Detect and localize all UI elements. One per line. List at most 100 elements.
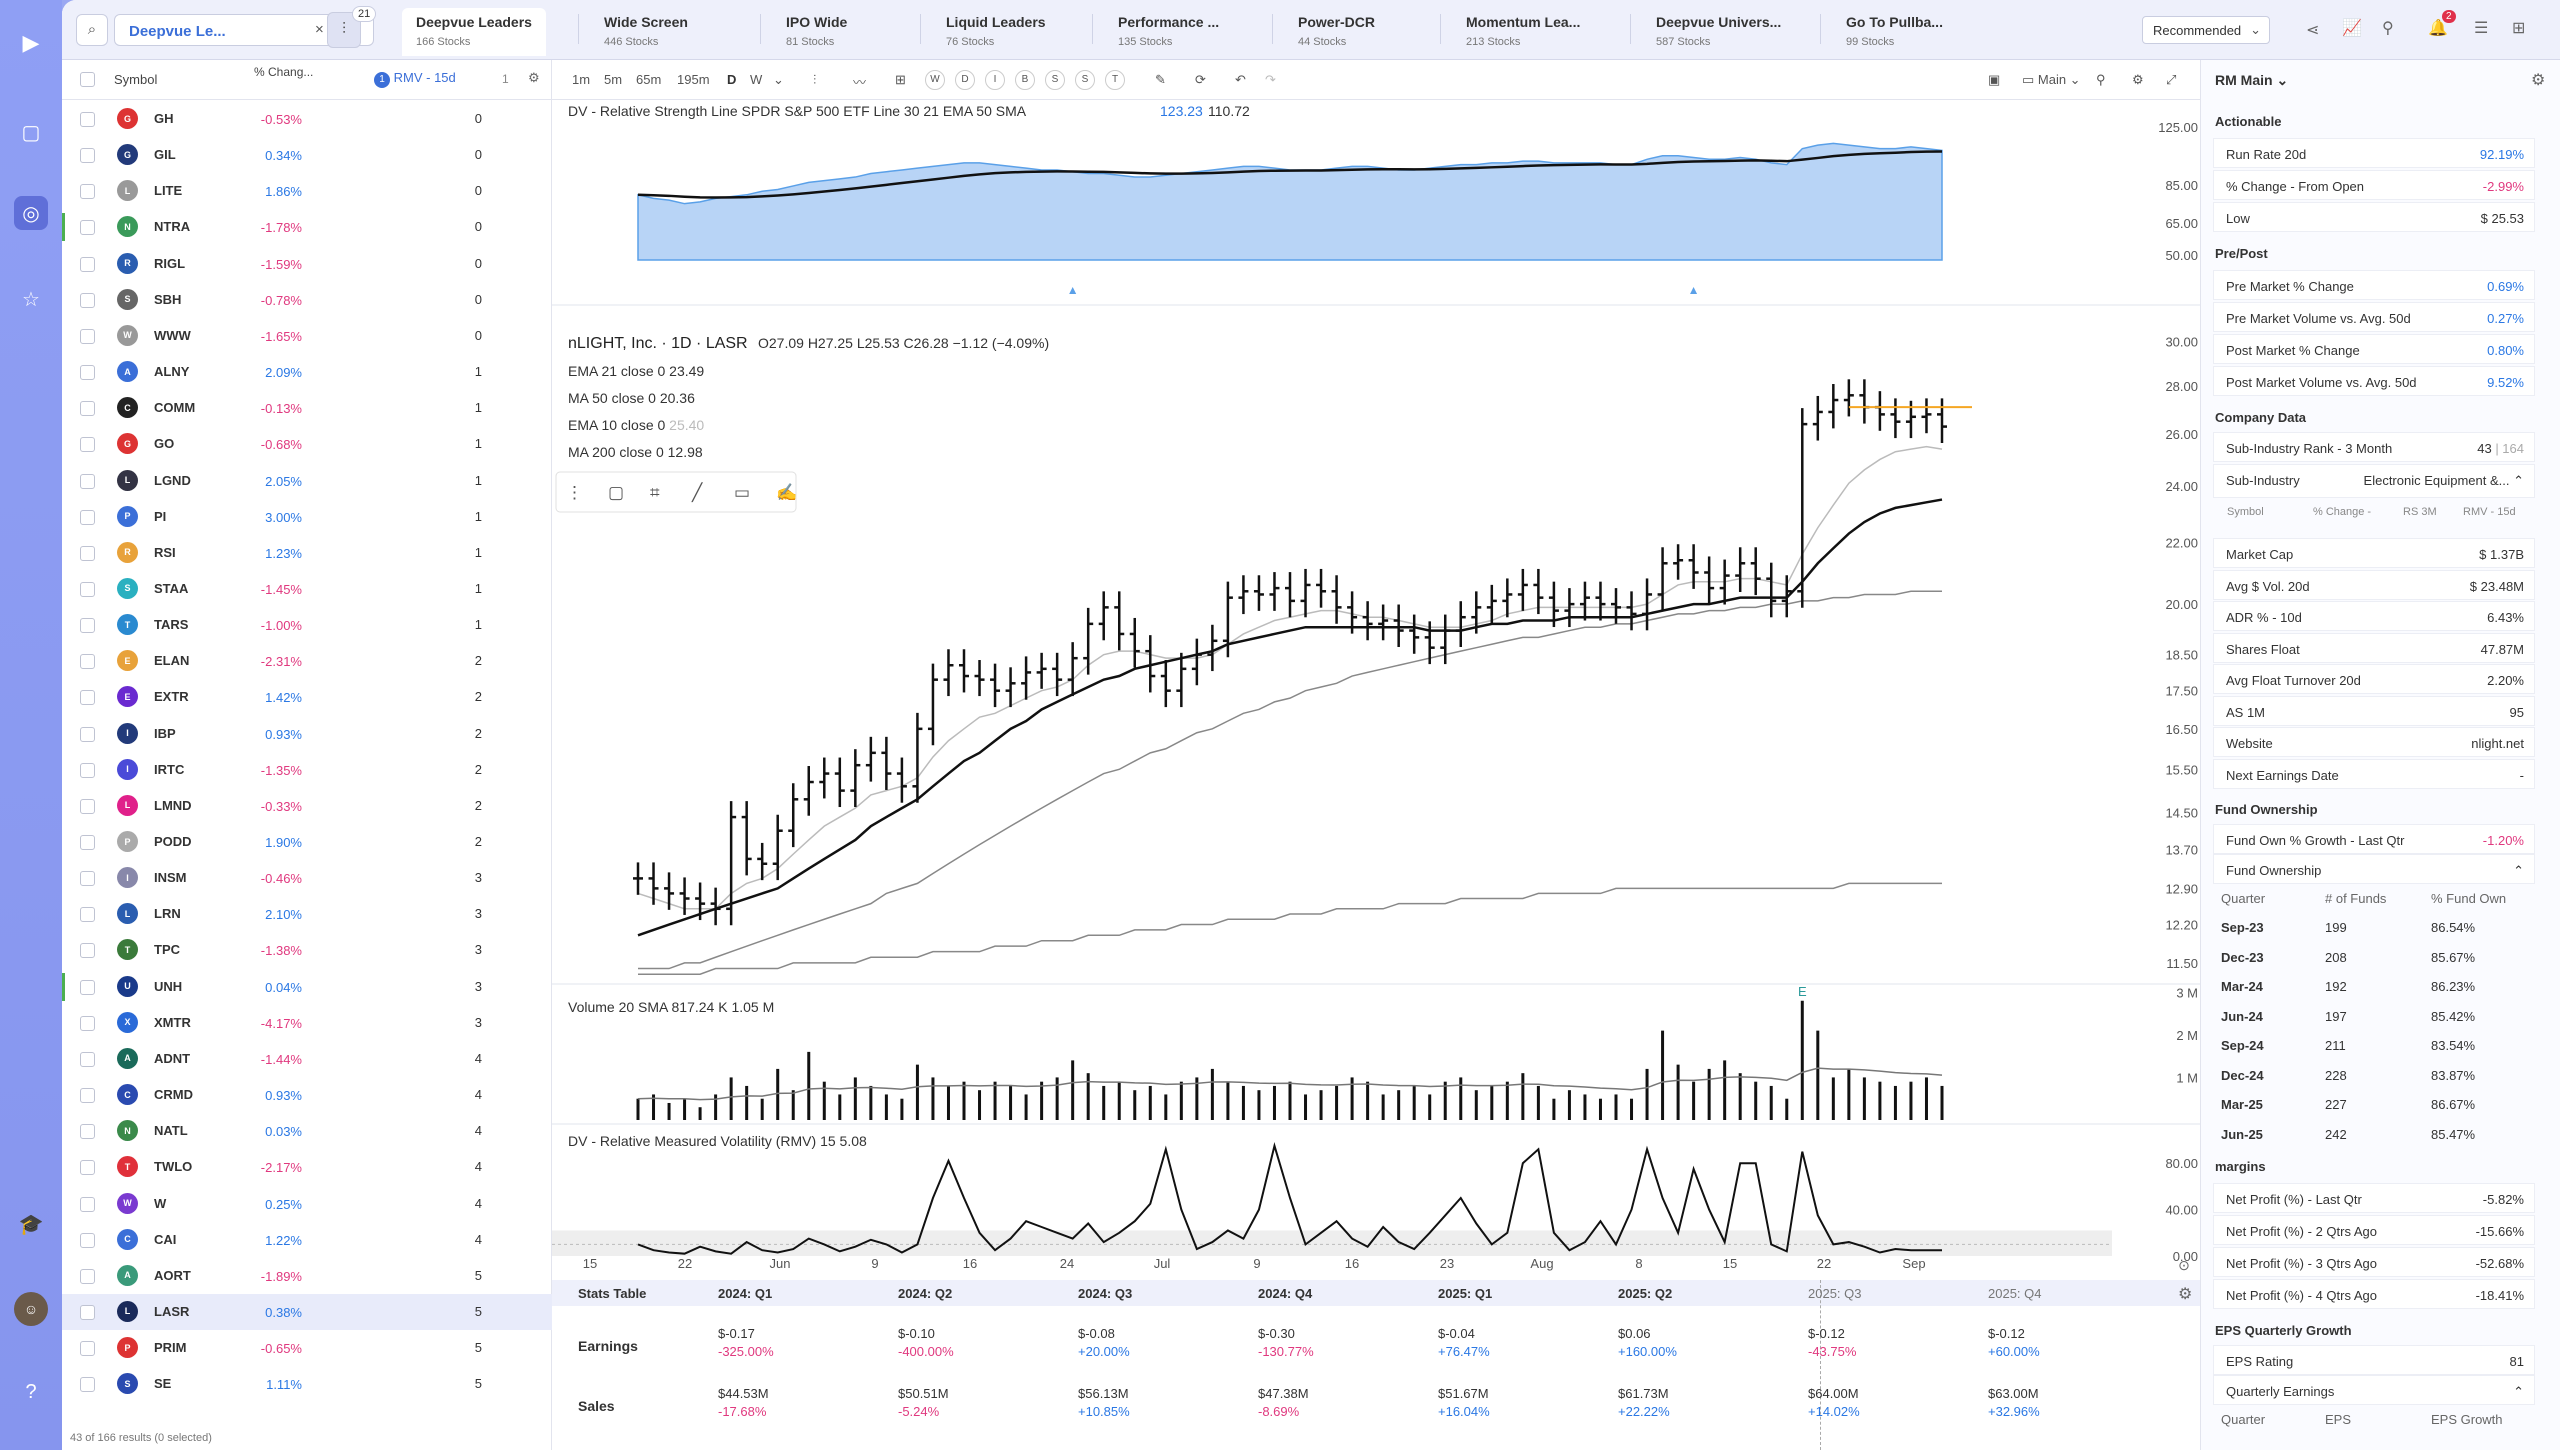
radar-icon[interactable]: ◎ bbox=[14, 196, 48, 230]
column-pct-change[interactable]: % Chang... bbox=[254, 64, 314, 80]
tab-performance-[interactable]: Performance ... 135 Stocks bbox=[1104, 8, 1233, 56]
tab-deepvue-univers-[interactable]: Deepvue Univers... 587 Stocks bbox=[1642, 8, 1795, 56]
row-checkbox[interactable] bbox=[80, 835, 95, 850]
rect-tool-icon[interactable]: ▢ bbox=[608, 483, 624, 502]
row-checkbox[interactable] bbox=[80, 1232, 95, 1248]
brush-tool-icon[interactable]: ✍ bbox=[776, 483, 797, 502]
list-item[interactable]: C CRMD 0.93% 4 bbox=[62, 1077, 552, 1113]
list-item[interactable]: G GH -0.53% 0 bbox=[62, 101, 552, 137]
row-checkbox[interactable] bbox=[80, 762, 95, 778]
list-item[interactable]: A ALNY 2.09% 1 bbox=[62, 354, 552, 390]
undo-icon[interactable]: ↶ bbox=[1235, 72, 1246, 88]
list-item[interactable]: L LMND -0.33% 2 bbox=[62, 788, 552, 824]
period-button[interactable]: W bbox=[925, 70, 945, 90]
search-button[interactable]: ⌕ bbox=[76, 14, 108, 46]
play-logo-icon[interactable]: ▶ bbox=[14, 26, 48, 60]
settings-icon[interactable]: ⚙ bbox=[2531, 70, 2545, 90]
tab-deepvue-leaders[interactable]: Deepvue Leaders 166 Stocks bbox=[402, 8, 546, 56]
row-checkbox[interactable] bbox=[80, 1268, 95, 1284]
row-checkbox[interactable] bbox=[80, 871, 95, 887]
list-item[interactable]: X XMTR -4.17% 3 bbox=[62, 1005, 552, 1041]
list-item[interactable]: A AORT -1.89% 5 bbox=[62, 1258, 552, 1294]
list-item[interactable]: L LASR 0.38% 5 bbox=[62, 1293, 552, 1330]
fib-tool-icon[interactable]: ⌗ bbox=[650, 483, 660, 502]
chart-icon[interactable]: 📈 bbox=[2342, 18, 2362, 38]
list-item[interactable]: W W 0.25% 4 bbox=[62, 1186, 552, 1222]
row-checkbox[interactable] bbox=[80, 1124, 95, 1140]
list-item[interactable]: L LRN 2.10% 3 bbox=[62, 896, 552, 932]
list-item[interactable]: N NTRA -1.78% 0 bbox=[62, 209, 552, 245]
list-item[interactable]: I INSM -0.46% 3 bbox=[62, 860, 552, 896]
list-item[interactable]: T TPC -1.38% 3 bbox=[62, 932, 552, 968]
list-item[interactable]: E EXTR 1.42% 2 bbox=[62, 679, 552, 715]
scan-icon[interactable]: ⚲ bbox=[2382, 18, 2394, 38]
row-checkbox[interactable] bbox=[80, 726, 95, 742]
list-item[interactable]: N NATL 0.03% 4 bbox=[62, 1113, 552, 1149]
row-checkbox[interactable] bbox=[80, 618, 95, 634]
list-item[interactable]: C CAI 1.22% 4 bbox=[62, 1222, 552, 1258]
list-item[interactable]: S STAA -1.45% 1 bbox=[62, 571, 552, 607]
row-checkbox[interactable] bbox=[80, 365, 95, 381]
settings-icon[interactable]: ⚙ bbox=[2178, 1284, 2192, 1304]
interval-65m[interactable]: 65m bbox=[636, 72, 661, 87]
help-icon[interactable]: ? bbox=[14, 1375, 48, 1409]
row-checkbox[interactable] bbox=[80, 220, 95, 236]
clear-icon[interactable]: × bbox=[315, 21, 324, 38]
list-item[interactable]: I IBP 0.93% 2 bbox=[62, 716, 552, 752]
settings-icon[interactable]: ⚙ bbox=[2132, 72, 2144, 88]
list-item[interactable]: E ELAN -2.31% 2 bbox=[62, 643, 552, 679]
row-checkbox[interactable] bbox=[80, 184, 95, 200]
row-checkbox[interactable] bbox=[80, 1196, 95, 1212]
period-button[interactable]: T bbox=[1105, 70, 1125, 90]
tab-ipo-wide[interactable]: IPO Wide 81 Stocks bbox=[772, 8, 861, 56]
share-icon[interactable]: ⋖ bbox=[2306, 20, 2319, 40]
list-item[interactable]: P PRIM -0.65% 5 bbox=[62, 1330, 552, 1366]
list-item[interactable]: P PI 3.00% 1 bbox=[62, 499, 552, 535]
period-button[interactable]: I bbox=[985, 70, 1005, 90]
row-checkbox[interactable] bbox=[80, 292, 95, 308]
row-checkbox[interactable] bbox=[80, 1051, 95, 1067]
dashboard-icon[interactable]: ▢ bbox=[14, 115, 48, 149]
list-item[interactable]: C COMM -0.13% 1 bbox=[62, 390, 552, 426]
tab-wide-screen[interactable]: Wide Screen 446 Stocks bbox=[590, 8, 702, 56]
panel-title[interactable]: RM Main ⌄ bbox=[2215, 72, 2288, 89]
grid-view-icon[interactable]: ⊞ bbox=[2512, 18, 2525, 38]
list-item[interactable]: L LGND 2.05% 1 bbox=[62, 463, 552, 499]
row-checkbox[interactable] bbox=[80, 256, 95, 272]
select-all-checkbox[interactable] bbox=[80, 72, 95, 87]
avatar[interactable]: ☺ bbox=[14, 1292, 48, 1326]
list-item[interactable]: G GO -0.68% 1 bbox=[62, 426, 552, 462]
interval-5m[interactable]: 5m bbox=[604, 72, 622, 87]
settings-icon[interactable]: ⚙ bbox=[528, 70, 540, 86]
row-checkbox[interactable] bbox=[80, 509, 95, 525]
tab-momentum-lea-[interactable]: Momentum Lea... 213 Stocks bbox=[1452, 8, 1594, 56]
period-button[interactable]: S bbox=[1045, 70, 1065, 90]
row-checkbox[interactable] bbox=[80, 328, 95, 344]
graduation-cap-icon[interactable]: 🎓 bbox=[14, 1207, 48, 1241]
row-checkbox[interactable] bbox=[80, 112, 95, 127]
price-chart[interactable]: DV - Relative Strength Line SPDR S&P 500… bbox=[552, 100, 2202, 1280]
period-button[interactable]: D bbox=[955, 70, 975, 90]
row-checkbox[interactable] bbox=[80, 1304, 95, 1320]
row-checkbox[interactable] bbox=[80, 654, 95, 670]
period-button[interactable]: S bbox=[1075, 70, 1095, 90]
row-checkbox[interactable] bbox=[80, 798, 95, 814]
star-icon[interactable]: ☆ bbox=[14, 282, 48, 316]
row-checkbox[interactable] bbox=[80, 1377, 95, 1393]
row-checkbox[interactable] bbox=[80, 581, 95, 597]
row-checkbox[interactable] bbox=[80, 1160, 95, 1176]
row-checkbox[interactable] bbox=[80, 1341, 95, 1357]
drag-handle-icon[interactable]: ⋮ bbox=[566, 483, 583, 502]
list-item[interactable]: R RIGL -1.59% 0 bbox=[62, 246, 552, 282]
list-item[interactable]: S SBH -0.78% 0 bbox=[62, 282, 552, 318]
sort-select[interactable]: Recommended ⌄ bbox=[2142, 16, 2270, 44]
interval-w[interactable]: W bbox=[750, 72, 762, 87]
tab-go-to-pullba-[interactable]: Go To Pullba... 99 Stocks bbox=[1832, 8, 1957, 56]
row-checkbox[interactable] bbox=[80, 690, 95, 706]
grid-icon[interactable]: ⊞ bbox=[895, 72, 906, 88]
row-checkbox[interactable] bbox=[80, 979, 95, 995]
period-button[interactable]: B bbox=[1015, 70, 1035, 90]
interval-d[interactable]: D bbox=[727, 72, 736, 87]
interval-195m[interactable]: 195m bbox=[677, 72, 710, 87]
row-checkbox[interactable] bbox=[80, 943, 95, 959]
